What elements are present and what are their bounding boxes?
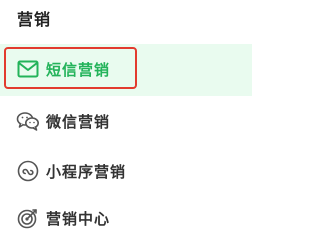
menu-item-mini-program-marketing[interactable]: 小程序营销 (6, 151, 246, 191)
marketing-menu-panel: 营销 短信营销 微信营销 小程序营销 营销中心 (0, 0, 252, 252)
menu-item-marketing-center[interactable]: 营销中心 (6, 198, 246, 238)
menu-item-label: 短信营销 (46, 60, 111, 79)
mini-program-icon (16, 159, 40, 183)
menu-item-label: 营销中心 (46, 209, 111, 228)
menu-item-sms-marketing[interactable]: 短信营销 (6, 49, 246, 89)
section-title: 营销 (17, 10, 52, 29)
menu-item-label: 微信营销 (46, 112, 111, 131)
target-icon (16, 206, 40, 230)
menu-item-label: 小程序营销 (46, 162, 127, 181)
envelope-icon (16, 57, 40, 81)
menu-item-wechat-marketing[interactable]: 微信营销 (6, 101, 246, 141)
wechat-icon (16, 109, 40, 133)
